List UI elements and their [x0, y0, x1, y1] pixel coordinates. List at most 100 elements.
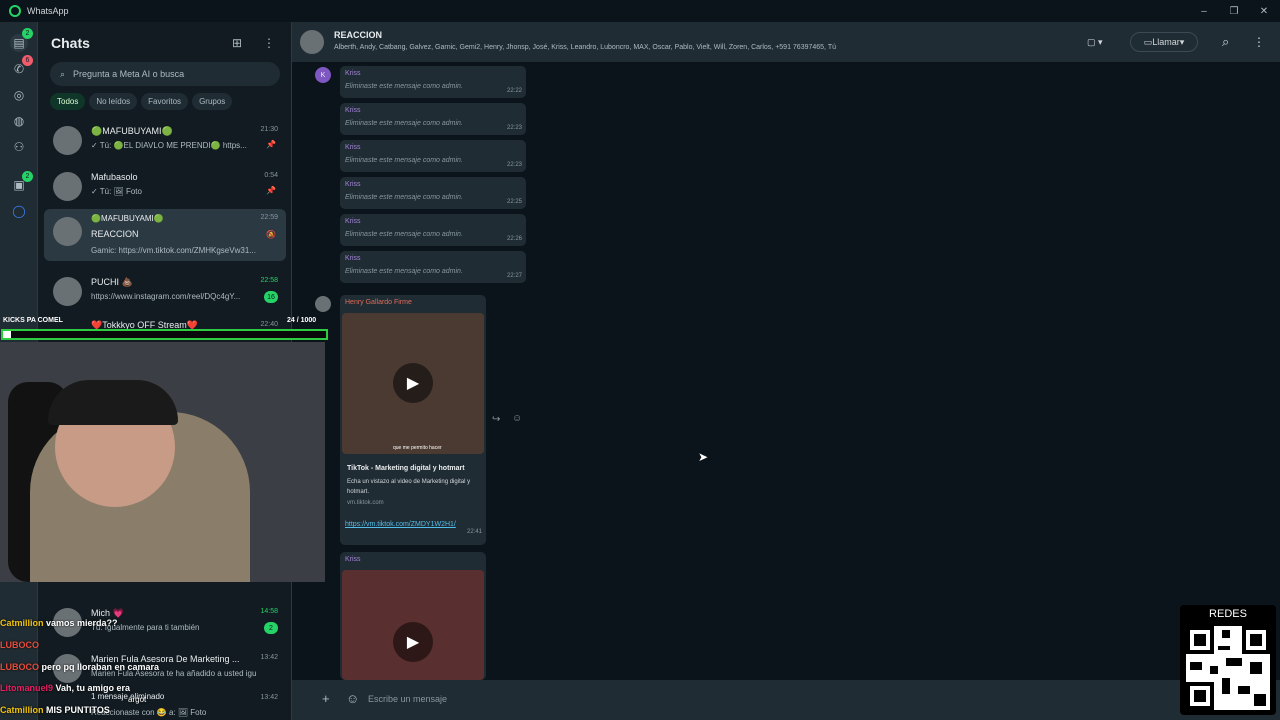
- message-time: 22:22: [506, 88, 522, 94]
- chat-user: Catmillion: [0, 618, 44, 628]
- kicks-goal: KICKS PA COMEL 24 / 1000: [0, 316, 330, 330]
- message-author: Henry Gallardo Firme: [345, 299, 412, 306]
- deleted-message[interactable]: Kriss Eliminaste este mensaje como admin.…: [340, 177, 526, 209]
- menu-icon[interactable]: ⋮: [263, 36, 275, 50]
- deleted-message[interactable]: Kriss Eliminaste este mensaje como admin.…: [340, 66, 526, 98]
- chat-item[interactable]: 🟢MAFUBUYAMI🟢 21:30 ✓ Tú: 🟢EL DIAVLO ME P…: [44, 118, 286, 168]
- new-chat-icon[interactable]: ⊞: [232, 36, 242, 50]
- chat-item[interactable]: Mafubasolo 0:54 ✓ Tú: 🖼 Foto 📌: [44, 164, 286, 214]
- group-avatar[interactable]: [300, 30, 324, 54]
- stream-chat-line: LUBOCO: [0, 640, 300, 650]
- minimize-button[interactable]: –: [1187, 0, 1221, 22]
- goal-count: 24 / 1000: [287, 317, 317, 324]
- chats-badge: 2: [22, 28, 33, 39]
- archive-badge: 2: [22, 171, 33, 182]
- video-caption: que me permito hacer: [393, 445, 442, 451]
- chat-item-selected[interactable]: 🟢MAFUBUYAMI🟢 REACCION 22:59 Gamic: https…: [44, 209, 286, 261]
- group-photo-dropdown-icon[interactable]: ▢ ▾: [1087, 32, 1103, 52]
- chat-name: 🟢MAFUBUYAMI🟢: [91, 126, 173, 136]
- pin-icon: 📌: [266, 186, 276, 195]
- chat-preview: ✓ Tú: 🟢EL DIAVLO ME PRENDI🟢 https...: [91, 141, 247, 150]
- filter-favoritos[interactable]: Favoritos: [141, 93, 189, 110]
- chat-group-name: 🟢MAFUBUYAMI🟢: [91, 214, 164, 223]
- message-time: 22:26: [506, 236, 522, 242]
- composer: + ☺ Escribe un mensaje: [292, 680, 1280, 720]
- deleted-message[interactable]: Kriss Eliminaste este mensaje como admin.…: [340, 103, 526, 135]
- chat-text: argot: [128, 695, 147, 704]
- deleted-text: Eliminaste este mensaje como admin.: [345, 231, 463, 238]
- unread-badge: 16: [264, 291, 278, 303]
- close-window-button[interactable]: ✕: [1247, 0, 1280, 22]
- goal-progress-bar: [1, 329, 328, 340]
- calls-badge: 6: [22, 55, 33, 66]
- message-time: 22:23: [506, 162, 522, 168]
- avatar: [53, 126, 82, 155]
- filter-chips: Todos No leídos Favoritos Grupos: [50, 93, 233, 110]
- video-thumbnail[interactable]: ▶ que me permito hacer: [342, 313, 484, 454]
- menu-icon[interactable]: ⋮: [1253, 32, 1265, 52]
- chat-time: 0:54: [264, 172, 278, 179]
- deleted-message[interactable]: Kriss Eliminaste este mensaje como admin.…: [340, 140, 526, 172]
- message-author: Kriss: [345, 107, 361, 114]
- video-message[interactable]: Kriss ▶: [340, 552, 486, 680]
- chat-name: Mafubasolo: [91, 172, 138, 182]
- chat-user: LUBOCO: [0, 640, 39, 650]
- play-icon[interactable]: ▶: [393, 622, 433, 662]
- deleted-message[interactable]: Kriss Eliminaste este mensaje como admin.…: [340, 251, 526, 283]
- group-name: REACCION: [334, 30, 383, 40]
- video-thumbnail[interactable]: ▶: [342, 570, 484, 680]
- chat-time: 14:58: [260, 608, 278, 615]
- search-icon[interactable]: ⌕: [1222, 32, 1229, 52]
- filter-todos[interactable]: Todos: [50, 93, 86, 110]
- stream-chat-line: LUBOCO pero pq lloraban en camara: [0, 662, 300, 672]
- author-avatar: K: [315, 67, 331, 83]
- conversation-pane: REACCION Alberth, Andy, Catbang, Galvez,…: [292, 22, 1280, 720]
- message-author: Kriss: [345, 144, 361, 151]
- call-label: Llamar: [1152, 37, 1180, 47]
- search-input[interactable]: ⌕ Pregunta a Meta AI o busca: [50, 62, 280, 86]
- chat-user: Catmillion: [0, 705, 44, 715]
- deleted-text: Eliminaste este mensaje como admin.: [345, 120, 463, 127]
- search-placeholder: Pregunta a Meta AI o busca: [73, 69, 185, 79]
- chat-name: PUCHI 💩: [91, 277, 133, 287]
- chat-user: LUBOCO: [0, 662, 39, 672]
- mouse-cursor-icon: ➤: [698, 450, 709, 464]
- chat-preview: Gamic: https://vm.tiktok.com/ZMHKgseVw31…: [91, 246, 256, 255]
- chats-title: Chats: [51, 35, 90, 51]
- status-icon[interactable]: ◎: [10, 86, 28, 104]
- chat-text: pero pq lloraban en camara: [41, 662, 160, 672]
- chat-text: MIS PUNTITOS: [46, 705, 110, 715]
- link-title: TikTok - Marketing digital y hotmart: [347, 465, 465, 472]
- chat-time: 22:59: [260, 214, 278, 221]
- message-author: Kriss: [345, 556, 361, 563]
- message-link[interactable]: https://vm.tiktok.com/ZMDY1W2H1/: [345, 519, 482, 530]
- play-icon[interactable]: ▶: [393, 363, 433, 403]
- deleted-message[interactable]: Kriss Eliminaste este mensaje como admin.…: [340, 214, 526, 246]
- qr-code-image: [1186, 626, 1270, 710]
- app-title: WhatsApp: [27, 6, 69, 16]
- stream-overlay: KICKS PA COMEL 24 / 1000: [0, 312, 330, 582]
- filter-grupos[interactable]: Grupos: [192, 93, 233, 110]
- conversation-header[interactable]: REACCION Alberth, Andy, Catbang, Galvez,…: [292, 22, 1280, 62]
- chat-time: 21:30: [260, 126, 278, 133]
- meta-ai-icon[interactable]: ◯: [10, 202, 28, 220]
- link-message[interactable]: Henry Gallardo Firme ▶ que me permito ha…: [340, 295, 486, 545]
- qr-overlay: REDES: [1180, 605, 1276, 715]
- filter-no-leidos[interactable]: No leídos: [89, 93, 138, 110]
- group-members: Alberth, Andy, Catbang, Galvez, Garnic, …: [334, 44, 836, 51]
- communities-icon[interactable]: ⚇: [10, 138, 28, 156]
- deleted-text: Eliminaste este mensaje como admin.: [345, 268, 463, 275]
- author-avatar: [315, 296, 331, 312]
- message-author: Kriss: [345, 70, 361, 77]
- qr-label: REDES: [1209, 608, 1247, 620]
- pin-icon: 📌: [266, 140, 276, 149]
- emoji-react-icon[interactable]: ☺: [512, 413, 522, 424]
- channels-icon[interactable]: ◍: [10, 112, 28, 130]
- forward-icon[interactable]: ↪: [492, 414, 500, 425]
- chat-time: 13:42: [260, 654, 278, 661]
- call-button[interactable]: ▭ Llamar ▾: [1130, 32, 1198, 52]
- maximize-button[interactable]: ❐: [1217, 0, 1251, 22]
- qr-code: [1186, 626, 1270, 710]
- message-author: Kriss: [345, 181, 361, 188]
- message-time: 22:41: [466, 529, 482, 535]
